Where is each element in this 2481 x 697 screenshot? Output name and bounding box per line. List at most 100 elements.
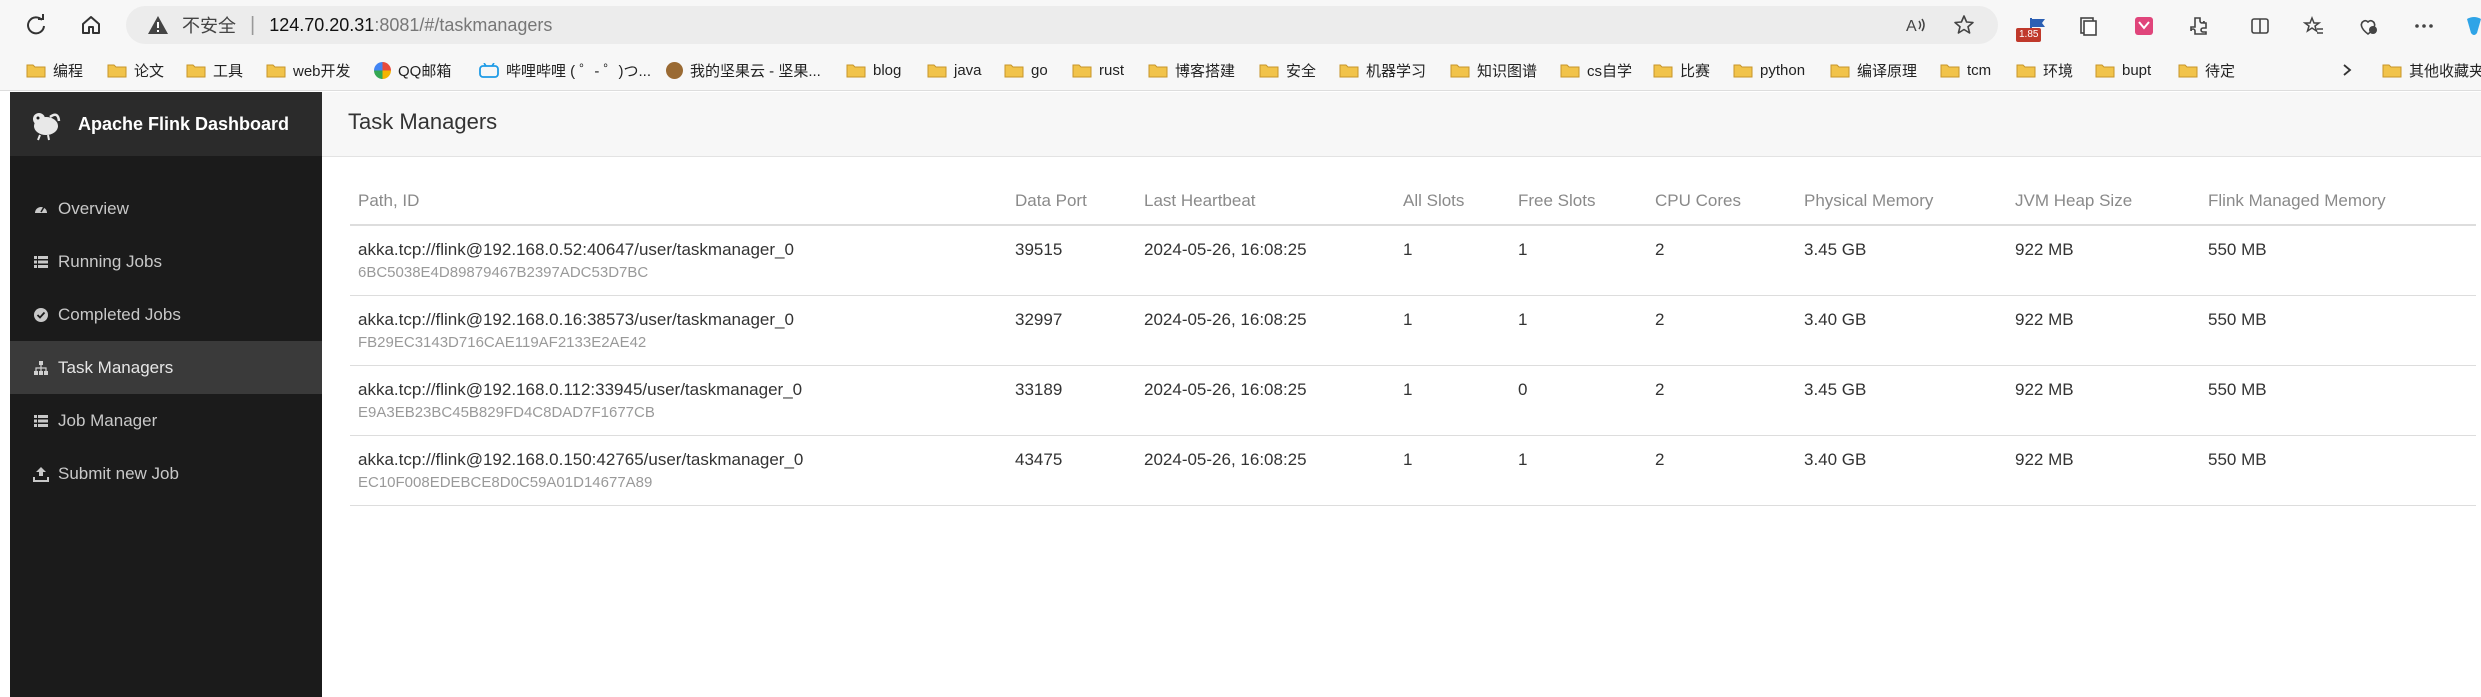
- warning-icon[interactable]: [146, 13, 170, 37]
- folder-icon: [1004, 64, 1024, 77]
- sidebar-item-completed-jobs[interactable]: Completed Jobs: [10, 288, 322, 341]
- bookmarks-overflow-chevron-icon[interactable]: [2340, 58, 2354, 82]
- bookmark-folder[interactable]: 编程: [26, 58, 83, 82]
- bookmark-folder[interactable]: 论文: [107, 58, 164, 82]
- svg-text:A: A: [1906, 18, 1917, 35]
- more-icon[interactable]: [2410, 12, 2438, 40]
- home-icon[interactable]: [74, 8, 108, 42]
- sidebar-title: Apache Flink Dashboard: [78, 113, 290, 134]
- bookmark-folder[interactable]: bupt: [2095, 58, 2151, 82]
- cpu-cores-cell: 2: [1647, 225, 1796, 296]
- sidebar-item-submit-new-job[interactable]: Submit new Job: [10, 447, 322, 500]
- security-label[interactable]: 不安全: [182, 12, 236, 38]
- taskmanager-path: akka.tcp://flink@192.168.0.16:38573/user…: [358, 310, 794, 329]
- sidebar-item-overview[interactable]: Overview: [10, 182, 322, 235]
- bookmark-folder[interactable]: 机器学习: [1339, 58, 1426, 82]
- sidebar-menu: Overview Running Jobs Completed Jobs Tas…: [10, 182, 322, 500]
- url-host[interactable]: 124.70.20.31: [269, 15, 374, 36]
- cpu-cores-cell: 2: [1647, 295, 1796, 366]
- pink-extension-icon[interactable]: [2130, 12, 2158, 40]
- column-header[interactable]: Last Heartbeat: [1136, 178, 1395, 226]
- folder-icon: [26, 64, 46, 77]
- taskmanager-path: akka.tcp://flink@192.168.0.150:42765/use…: [358, 450, 804, 469]
- column-header[interactable]: Free Slots: [1510, 178, 1647, 226]
- bookmark-label: 安全: [1286, 62, 1317, 80]
- split-screen-icon[interactable]: [2246, 12, 2274, 40]
- folder-icon: [1450, 64, 1470, 77]
- bookmark-label: python: [1760, 61, 1806, 79]
- bookmark-folder[interactable]: web开发: [266, 58, 351, 82]
- sidebar-item-label: Task Managers: [58, 357, 174, 377]
- all-slots-cell: 1: [1395, 365, 1510, 436]
- bookmark-folder[interactable]: 环境: [2016, 58, 2073, 82]
- browser-essentials-icon[interactable]: [2354, 12, 2382, 40]
- bookmark-folder[interactable]: 博客搭建: [1148, 58, 1235, 82]
- bookmark-label: 知识图谱: [1477, 62, 1538, 80]
- table-row[interactable]: akka.tcp://flink@192.168.0.16:38573/user…: [350, 295, 2476, 366]
- favorites-icon[interactable]: [2300, 12, 2328, 40]
- column-header[interactable]: Flink Managed Memory: [2200, 178, 2476, 226]
- column-header[interactable]: Path, ID: [350, 178, 1007, 226]
- sidebar-item-label: Job Manager: [58, 410, 158, 430]
- physical-memory-cell: 3.40 GB: [1796, 435, 2007, 506]
- all-slots-cell: 1: [1395, 225, 1510, 296]
- bookmark-label: 论文: [134, 62, 165, 80]
- bookmark-folder[interactable]: go: [1004, 58, 1048, 82]
- bookmark-qq-mail[interactable]: QQ邮箱: [374, 58, 451, 82]
- sidebar-brand[interactable]: Apache Flink Dashboard: [10, 92, 322, 156]
- qq-mail-icon: [374, 61, 391, 79]
- sitemap-icon: [32, 359, 50, 377]
- list-icon: [32, 412, 50, 430]
- sidebar-item-label: Completed Jobs: [58, 304, 181, 324]
- bookmark-folder[interactable]: cs自学: [1560, 58, 1632, 82]
- column-header[interactable]: CPU Cores: [1647, 178, 1796, 226]
- url-path[interactable]: :8081/#/taskmanagers: [374, 15, 552, 36]
- physical-memory-cell: 3.45 GB: [1796, 225, 2007, 296]
- refresh-icon[interactable]: [19, 8, 53, 42]
- nutstore-icon: [666, 61, 683, 79]
- bookmark-label: blog: [873, 61, 902, 79]
- bookmark-folder[interactable]: 待定: [2178, 58, 2235, 82]
- bookmark-folder[interactable]: rust: [1072, 58, 1124, 82]
- heartbeat-cell: 2024-05-26, 16:08:25: [1136, 225, 1395, 296]
- bookmark-folder[interactable]: java: [927, 58, 982, 82]
- table-row[interactable]: akka.tcp://flink@192.168.0.150:42765/use…: [350, 435, 2476, 506]
- sidebar-item-running-jobs[interactable]: Running Jobs: [10, 235, 322, 288]
- bookmark-label: rust: [1099, 61, 1125, 79]
- path-cell: akka.tcp://flink@192.168.0.112:33945/use…: [350, 365, 1007, 436]
- bookmark-nutstore[interactable]: 我的坚果云 - 坚果...: [666, 58, 821, 82]
- folder-icon: [266, 64, 286, 77]
- bookmark-folder[interactable]: 编译原理: [1830, 58, 1917, 82]
- column-header[interactable]: JVM Heap Size: [2007, 178, 2200, 226]
- bookmark-label: go: [1031, 61, 1048, 79]
- bookmark-folder[interactable]: 知识图谱: [1450, 58, 1537, 82]
- read-aloud-icon[interactable]: A: [1904, 13, 1928, 37]
- folder-icon: [2016, 64, 2036, 77]
- copilot-icon[interactable]: [2460, 12, 2481, 40]
- bookmark-label: cs自学: [1587, 62, 1633, 80]
- bookmark-label: web开发: [293, 62, 351, 80]
- extensions-icon[interactable]: [2184, 12, 2212, 40]
- bookmark-folder[interactable]: python: [1733, 58, 1805, 82]
- bookmark-label: 编程: [53, 62, 84, 80]
- bookmark-other-favorites[interactable]: 其他收藏夹: [2382, 58, 2481, 82]
- bookmark-folder[interactable]: 比赛: [1653, 58, 1710, 82]
- bookmark-folder[interactable]: 工具: [186, 58, 243, 82]
- all-slots-cell: 1: [1395, 435, 1510, 506]
- column-header[interactable]: Physical Memory: [1796, 178, 2007, 226]
- address-bar[interactable]: 不安全 | 124.70.20.31 :8081/#/taskmanagers …: [126, 6, 1998, 44]
- table-row[interactable]: akka.tcp://flink@192.168.0.52:40647/user…: [350, 225, 2476, 296]
- table-row[interactable]: akka.tcp://flink@192.168.0.112:33945/use…: [350, 365, 2476, 436]
- collections-icon[interactable]: [2074, 12, 2102, 40]
- column-header[interactable]: All Slots: [1395, 178, 1510, 226]
- bookmark-label: java: [954, 61, 982, 79]
- bookmark-folder[interactable]: 安全: [1259, 58, 1316, 82]
- folder-icon: [1072, 64, 1092, 77]
- star-icon[interactable]: [1952, 13, 1976, 37]
- bookmark-folder[interactable]: tcm: [1940, 58, 1991, 82]
- bookmark-folder[interactable]: blog: [846, 58, 901, 82]
- sidebar-item-task-managers[interactable]: Task Managers: [10, 341, 322, 394]
- sidebar-item-job-manager[interactable]: Job Manager: [10, 394, 322, 447]
- column-header[interactable]: Data Port: [1007, 178, 1136, 226]
- bookmark-bilibili[interactable]: 哔哩哔哩 ( ゜- ゜)つ...: [479, 58, 651, 82]
